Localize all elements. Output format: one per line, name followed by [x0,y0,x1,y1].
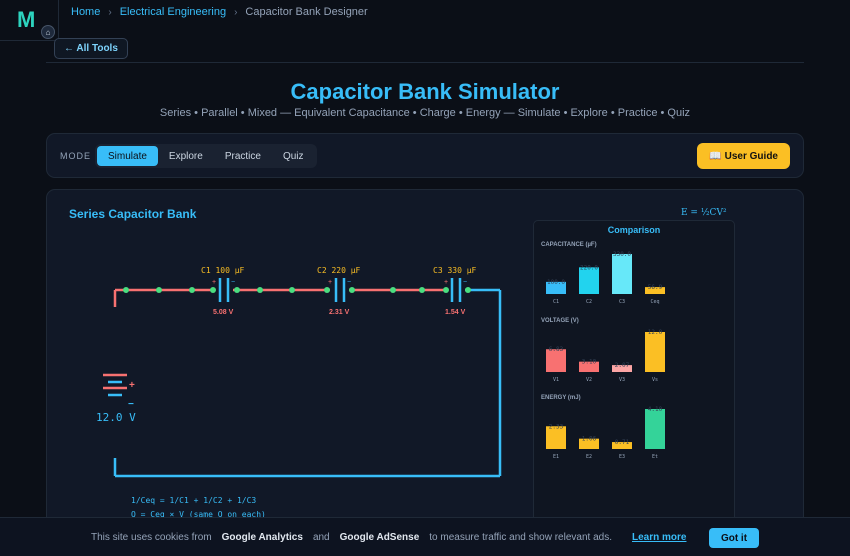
plus-sign: + [444,279,448,286]
capacitor-c2[interactable]: + − [328,278,351,302]
bar-value-label: 6.83 [549,346,564,353]
charge-dot [234,287,240,293]
mode-bar: MODE Simulate Explore Practice Quiz 📖 Us… [46,133,804,178]
bar-category-label: E2 [586,454,592,460]
charge-dot [156,287,162,293]
bar-value-label: 2.07 [615,362,630,369]
formula-line: 1/Ceq = 1/C1 + 1/C2 + 1/C3 [131,496,257,505]
user-guide-button[interactable]: 📖 User Guide [697,143,790,169]
bar-value-label: 100.0 [547,279,565,286]
cookie-banner: This site uses cookies from Google Analyt… [0,517,850,556]
charge-dot [189,287,195,293]
mode-label: MODE [60,151,91,161]
charge-dot [443,287,449,293]
bar-value-label: 4.10 [648,406,663,413]
bar-category-label: Ceq [650,299,659,305]
plus-sign: + [212,279,216,286]
capacitor-voltage: 1.54 V [445,309,466,316]
bar-category-label: C1 [553,299,559,305]
plus-sign: + [328,279,332,286]
bar-value-label: 56.9 [648,284,663,291]
bar-category-label: Et [652,454,658,460]
bar-et [645,409,665,449]
breadcrumb-category[interactable]: Electrical Engineering [120,6,226,18]
comparison-charts: 100.0 C1 220.0 C2 330.0 C3 56.9 Ceq 6.83 V1 3.10 V2… [546,251,665,460]
logo-letter: M [17,7,35,32]
bar-category-label: Vs [652,377,658,383]
bar-category-label: V1 [553,377,559,383]
cookie-and: and [312,532,330,543]
battery-voltage: 12.0 V [96,411,136,424]
battery-symbol[interactable]: + − [103,373,135,410]
breadcrumb-home[interactable]: Home [71,6,100,18]
bar-value-label: 330.0 [613,251,631,258]
bar-category-label: V3 [619,377,625,383]
bar-value-label: 220.0 [580,264,598,271]
breadcrumb: Home › Electrical Engineering › Capacito… [71,6,368,18]
minus-sign: − [347,279,351,286]
bar-category-label: C2 [586,299,592,305]
bar-value-label: 2.33 [549,423,564,430]
bar-category-label: C3 [619,299,625,305]
energy-formula: E = ½CV² [681,208,727,218]
charge-dot [289,287,295,293]
cookie-text: This site uses cookies from Google Analyt… [91,532,612,543]
plus-sign: + [129,380,135,391]
capacitor-voltage: 2.31 V [329,309,350,316]
bar-c3 [612,254,632,294]
bar-value-label: 0.71 [615,439,630,446]
home-icon[interactable]: ⌂ [41,25,55,39]
charge-dot [210,287,216,293]
capacitor-voltage: 5.08 V [213,309,234,316]
chevron-right-icon: › [108,6,112,18]
page-title: Capacitor Bank Simulator [290,79,560,104]
minus-sign: − [231,279,235,286]
simulator-panel: Series Capacitor Bank E = ½CV² + − + − + [46,189,804,556]
bar-category-label: E1 [553,454,559,460]
circuit-diagram: + − + − + − C1 100 µF C2 220 µF C3 330 µ… [96,266,502,478]
divider [58,0,59,40]
charge-dot [349,287,355,293]
charge-dot [390,287,396,293]
charge-dot [419,287,425,293]
bar-category-label: V2 [586,377,592,383]
divider [0,40,58,41]
capacitor-label: C3 330 µF [433,266,477,275]
tab-explore[interactable]: Explore [158,146,214,166]
mode-tabs: Simulate Explore Practice Quiz [95,144,317,168]
cookie-ads: Google AdSense [339,532,420,543]
cookie-ga: Google Analytics [221,532,303,543]
site-logo[interactable]: M [14,6,44,32]
bar-value-label: 12.0 [648,329,663,336]
bar-value-label: 3.10 [582,359,597,366]
bar-category-label: E3 [619,454,625,460]
breadcrumb-current: Capacitor Bank Designer [245,6,368,18]
got-it-button[interactable]: Got it [709,528,759,548]
minus-sign: − [128,399,134,410]
divider [46,62,804,63]
learn-more-link[interactable]: Learn more [632,532,686,543]
tab-practice[interactable]: Practice [214,146,272,166]
comparison-panel: Comparison CAPACITANCE (µF) VOLTAGE (V) … [533,220,735,556]
minus-sign: − [463,279,467,286]
page-subtitle: Series • Parallel • Mixed — Equivalent C… [159,107,691,119]
bar-value-label: 1.06 [582,436,597,443]
charge-dot [257,287,263,293]
bar-vs [645,332,665,372]
charge-dot [465,287,471,293]
all-tools-button[interactable]: ← All Tools [54,38,128,59]
cookie-text-2: to measure traffic and show relevant ads… [429,532,612,543]
chevron-right-icon: › [234,6,238,18]
tab-quiz[interactable]: Quiz [272,146,315,166]
charge-dot [324,287,330,293]
capacitor-label: C1 100 µF [201,266,245,275]
cookie-text-1: This site uses cookies from [91,532,212,543]
tab-simulate[interactable]: Simulate [97,146,158,166]
capacitor-label: C2 220 µF [317,266,361,275]
charge-dot [123,287,129,293]
